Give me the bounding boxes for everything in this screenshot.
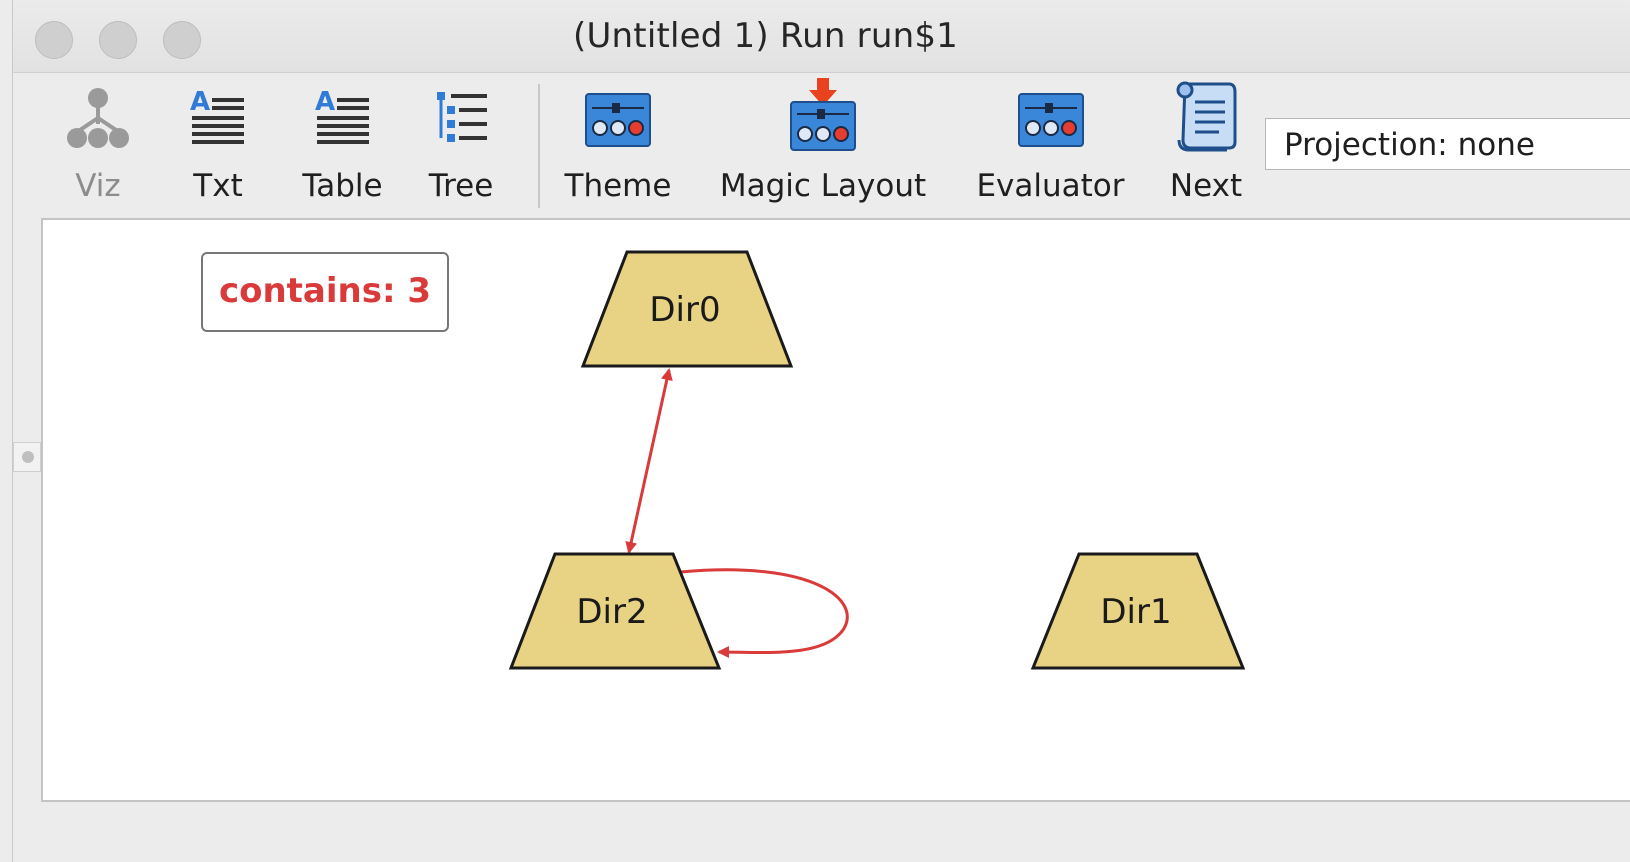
graph-svg: Dir0 Dir2 Dir1 bbox=[508, 250, 1246, 670]
zoom-window-button[interactable] bbox=[163, 21, 201, 59]
tree-button[interactable]: Tree bbox=[411, 72, 511, 218]
viz-label: Viz bbox=[75, 168, 121, 204]
table-label: Table bbox=[302, 168, 383, 204]
node-dir2-label: Dir2 bbox=[576, 592, 647, 632]
toolbar: Viz A Txt A Table Tree Theme Magic Layou… bbox=[13, 72, 1630, 218]
theme-icon bbox=[585, 93, 651, 147]
window-title: (Untitled 1) Run run$1 bbox=[573, 16, 959, 56]
magic-layout-icon bbox=[790, 78, 856, 151]
txt-label: Txt bbox=[193, 168, 243, 204]
tree-label: Tree bbox=[428, 168, 494, 204]
minimize-window-button[interactable] bbox=[99, 21, 137, 59]
evaluator-button[interactable]: Evaluator bbox=[968, 72, 1133, 218]
theme-label: Theme bbox=[564, 168, 672, 204]
viz-icon bbox=[67, 88, 129, 148]
node-dir1[interactable]: Dir1 bbox=[1030, 552, 1246, 670]
table-button[interactable]: A Table bbox=[285, 72, 400, 218]
scroll-icon bbox=[1176, 81, 1237, 152]
table-view-icon: A bbox=[315, 87, 369, 144]
node-dir1-label: Dir1 bbox=[1100, 592, 1171, 632]
tree-view-icon bbox=[437, 92, 487, 142]
title-bar[interactable]: (Untitled 1) Run run$1 bbox=[13, 0, 1630, 73]
text-view-icon: A bbox=[190, 87, 244, 144]
viz-button[interactable]: Viz bbox=[53, 72, 143, 218]
magic-layout-button[interactable]: Magic Layout bbox=[708, 72, 938, 218]
graph-canvas[interactable]: contains: 3 Dir0 Dir2 Dir1 bbox=[41, 218, 1630, 802]
node-dir0[interactable]: Dir0 bbox=[580, 250, 794, 368]
grip-icon bbox=[22, 451, 34, 463]
status-bar bbox=[13, 804, 1630, 862]
toolbar-separator bbox=[538, 84, 540, 208]
svg-text:A: A bbox=[190, 87, 210, 117]
projection-select[interactable]: Projection: none bbox=[1265, 118, 1630, 170]
app-window: (Untitled 1) Run run$1 Viz A Txt A Table… bbox=[12, 0, 1630, 862]
theme-button[interactable]: Theme bbox=[553, 72, 683, 218]
magic-layout-label: Magic Layout bbox=[719, 168, 927, 204]
next-label: Next bbox=[1169, 168, 1243, 204]
close-window-button[interactable] bbox=[35, 21, 73, 59]
node-dir0-label: Dir0 bbox=[649, 290, 720, 330]
split-pane-handle[interactable] bbox=[13, 442, 41, 472]
edge-dir2-dir0[interactable] bbox=[625, 368, 673, 554]
svg-text:A: A bbox=[315, 87, 335, 117]
next-button[interactable]: Next bbox=[1161, 72, 1251, 218]
txt-button[interactable]: A Txt bbox=[173, 72, 263, 218]
evaluator-label: Evaluator bbox=[976, 168, 1125, 204]
evaluator-icon bbox=[1017, 93, 1084, 147]
